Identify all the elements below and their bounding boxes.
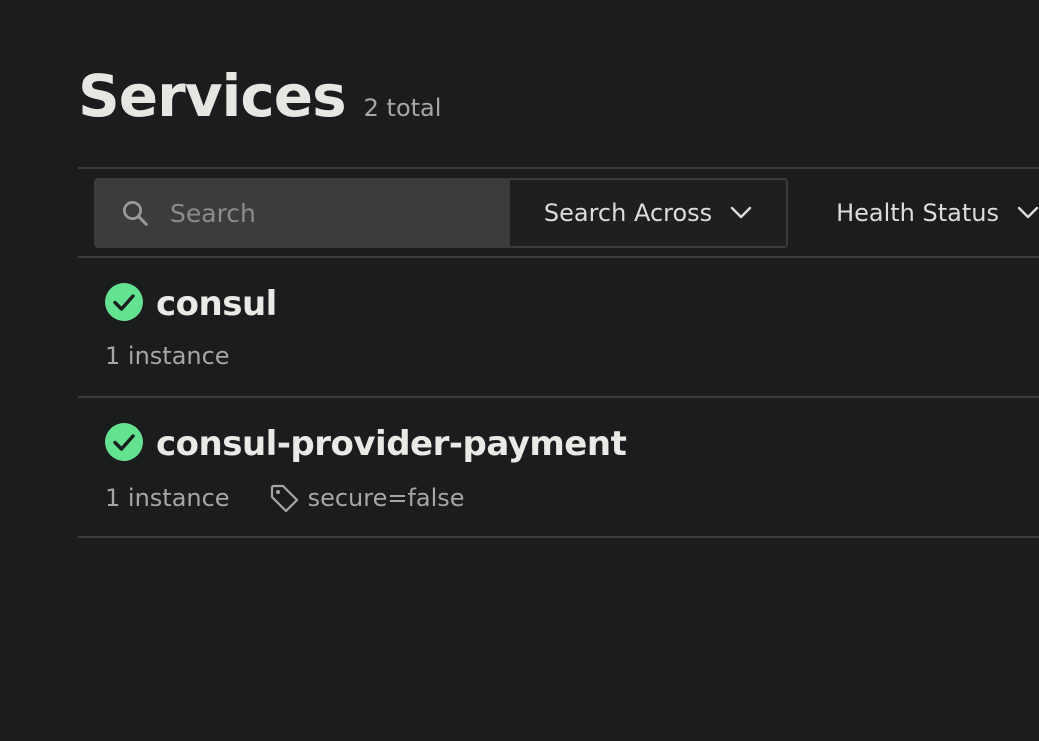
chevron-down-icon [730,206,752,219]
chevron-down-icon [1017,206,1039,219]
service-list: consul 1 instance consul-provider-paymen… [78,258,1039,538]
instance-count: 1 instance [105,484,230,512]
search-icon [123,201,148,226]
instance-count: 1 instance [105,342,230,370]
service-row[interactable]: consul-provider-payment 1 instance secur… [78,398,1039,538]
services-page: Services 2 total Search Across Health St… [78,0,1039,741]
tag-icon [270,484,298,513]
check-circle-icon [105,423,143,461]
tag-label: secure=false [307,484,465,512]
page-title: Services [78,62,347,130]
check-circle-icon [105,283,143,321]
health-status-dropdown[interactable]: Health Status [836,178,1039,248]
service-name[interactable]: consul-provider-payment [156,424,627,464]
search-input[interactable] [170,198,470,228]
filter-toolbar: Search Across Health Status [94,178,1039,248]
service-name[interactable]: consul [156,284,277,324]
search-across-label: Search Across [543,199,713,227]
service-meta: 1 instance secure=false [105,482,465,514]
service-meta: 1 instance [105,342,230,370]
health-status-label: Health Status [836,199,999,227]
total-count: 2 total [363,94,442,122]
search-across-dropdown[interactable]: Search Across [508,180,787,246]
header-divider [78,167,1039,169]
service-tag: secure=false [268,482,465,514]
search-group: Search Across [94,178,789,248]
search-box[interactable] [96,180,508,246]
page-header: Services 2 total [78,62,441,130]
service-row[interactable]: consul 1 instance [78,258,1039,398]
